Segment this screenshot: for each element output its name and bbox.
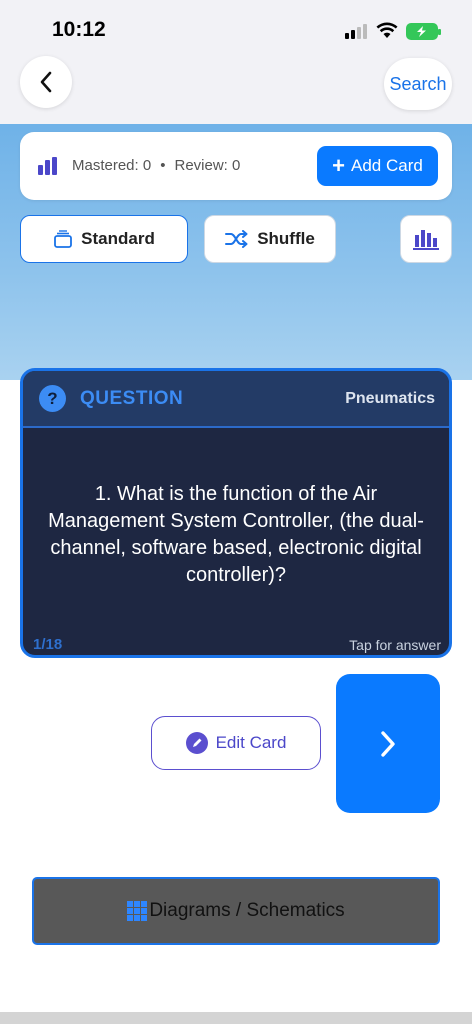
signal-icon (345, 24, 367, 39)
shuffle-label: Shuffle (257, 229, 315, 248)
bar-chart-icon (38, 157, 57, 175)
question-label: QUESTION (80, 388, 184, 409)
diagrams-schematics-button[interactable]: Diagrams / Schematics (32, 877, 440, 945)
stats-separator: • (160, 157, 166, 174)
review-count: Review: 0 (174, 157, 241, 174)
back-button[interactable] (20, 56, 72, 108)
question-text: 1. What is the function of the Air Manag… (48, 483, 424, 586)
stats-card: Mastered: 0 • Review: 0 + Add Card (20, 132, 452, 200)
pencil-icon (185, 732, 208, 754)
add-card-button[interactable]: + Add Card (317, 146, 438, 186)
tap-hint: Tap for answer (349, 637, 441, 653)
standard-mode-button[interactable]: Standard (20, 215, 188, 263)
edit-card-label: Edit Card (215, 733, 287, 752)
next-card-button[interactable] (336, 674, 440, 813)
battery-icon (406, 23, 441, 40)
shuffle-icon (225, 230, 248, 248)
statistics-button[interactable] (400, 215, 452, 263)
diagrams-label: Diagrams / Schematics (149, 900, 345, 921)
search-button[interactable]: Search (384, 58, 452, 110)
plus-icon: + (332, 153, 346, 178)
edit-card-button[interactable]: Edit Card (151, 716, 321, 770)
add-card-label: Add Card (351, 156, 423, 175)
bottom-divider (0, 1012, 472, 1024)
status-bar: 10:12 (0, 0, 472, 60)
question-card-header: ? QUESTION Pneumatics (23, 371, 449, 428)
status-time: 10:12 (52, 18, 106, 41)
mastered-count: Mastered: 0 (72, 157, 152, 174)
grid-icon (127, 901, 148, 921)
chevron-right-icon (381, 730, 395, 757)
stats-text: Mastered: 0 • Review: 0 (72, 157, 240, 174)
standard-label: Standard (81, 229, 155, 248)
nav-bar: Search (0, 56, 472, 124)
shuffle-mode-button[interactable]: Shuffle (204, 215, 336, 263)
stats-icon (413, 230, 439, 250)
stack-icon (54, 230, 73, 248)
card-counter: 1/18 (33, 636, 63, 653)
wifi-icon (376, 22, 398, 38)
question-icon: ? (39, 385, 66, 412)
question-category: Pneumatics (345, 390, 435, 407)
back-chevron-icon (40, 71, 52, 93)
question-card[interactable]: ? QUESTION Pneumatics 1. What is the fun… (20, 368, 452, 658)
